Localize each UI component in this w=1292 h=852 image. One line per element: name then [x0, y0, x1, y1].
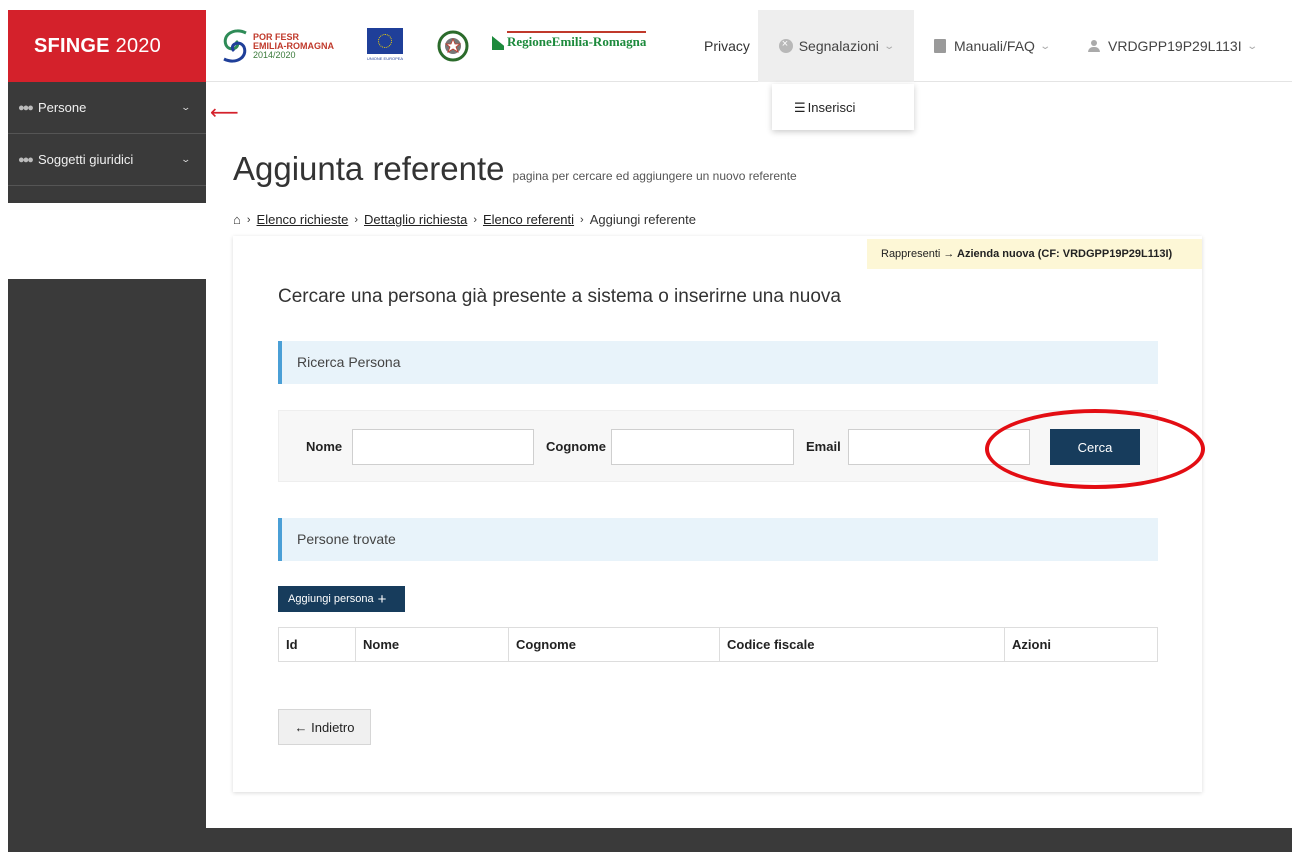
- results-section-heading: Persone trovate: [278, 518, 1158, 561]
- nav-segnalazioni-label: Segnalazioni: [798, 38, 879, 54]
- regione-emilia-romagna-logo: RegioneEmilia-Romagna: [492, 26, 647, 50]
- represent-value: Azienda nuova (CF: VRDGPP19P29L113I): [957, 248, 1173, 260]
- add-person-button[interactable]: Aggiungi persona +: [278, 586, 405, 612]
- results-table: Id Nome Cognome Codice fiscale Azioni: [278, 627, 1158, 662]
- add-person-label: Aggiungi persona: [288, 593, 374, 605]
- table-header-row: Id Nome Cognome Codice fiscale Azioni: [278, 627, 1158, 662]
- arrow-right-icon: →: [943, 248, 958, 260]
- sidebar-gap: [8, 203, 206, 279]
- nav-manuali-menu[interactable]: Manuali/FAQ ⌄: [934, 10, 1052, 82]
- brand-year: 2020: [115, 34, 161, 57]
- email-label: Email: [806, 439, 841, 454]
- list-icon: ☰: [794, 100, 806, 115]
- nome-input[interactable]: [352, 429, 534, 465]
- chevron-down-icon: ⌄: [883, 40, 895, 52]
- breadcrumb-separator-icon: ›: [354, 213, 358, 226]
- book-icon: [934, 39, 946, 53]
- sidebar: ●●● Persone ⌄ ●●● Soggetti giuridici ⌄: [8, 82, 206, 203]
- represent-badge: Rappresenti → Azienda nuova (CF: VRDGPP1…: [867, 239, 1202, 269]
- sidebar-item-label: Soggetti giuridici: [37, 152, 134, 167]
- breadcrumb-separator-icon: ›: [473, 213, 477, 226]
- search-section-heading: Ricerca Persona: [278, 341, 1158, 384]
- breadcrumb-dettaglio-richiesta[interactable]: Dettaglio richiesta: [364, 212, 467, 227]
- page-title: Aggiunta referente pagina per cercare ed…: [233, 150, 797, 188]
- cognome-label: Cognome: [546, 439, 606, 454]
- user-icon: [1088, 40, 1100, 52]
- column-header-azioni: Azioni: [1004, 627, 1158, 662]
- regione-name: RegioneEmilia-Romagna: [507, 31, 647, 50]
- partner-logos: POR FESR EMILIA-ROMAGNA 2014/2020 UNIONE…: [220, 24, 647, 68]
- dropdown-item-inserisci[interactable]: ☰ Inserisci: [794, 100, 914, 116]
- por-fesr-logo: POR FESR EMILIA-ROMAGNA 2014/2020: [220, 27, 334, 65]
- sidebar-item-soggetti-giuridici[interactable]: ●●● Soggetti giuridici ⌄: [8, 134, 206, 186]
- chevron-down-icon: ⌄: [1039, 40, 1052, 52]
- plus-icon: +: [377, 590, 387, 608]
- footer-bar: [206, 828, 1292, 852]
- page-subtitle: pagina per cercare ed aggiungere un nuov…: [512, 169, 797, 183]
- segnalazioni-dropdown: ☰ Inserisci: [772, 84, 914, 130]
- page-title-text: Aggiunta referente: [233, 150, 505, 187]
- por-fesr-mark-icon: [223, 29, 247, 63]
- nav-privacy-link[interactable]: Privacy: [704, 10, 750, 82]
- chevron-down-icon: ⌄: [1245, 40, 1258, 52]
- sidebar-item-persone[interactable]: ●●● Persone ⌄: [8, 82, 206, 134]
- home-icon[interactable]: ⌂: [233, 212, 241, 227]
- annotation-arrow-icon: ⟵: [210, 102, 239, 124]
- breadcrumb-elenco-referenti[interactable]: Elenco referenti: [483, 212, 574, 227]
- segnalazioni-icon: [778, 38, 793, 53]
- breadcrumb: ⌂ › Elenco richieste › Dettaglio richies…: [233, 212, 696, 227]
- chevron-down-icon: ⌄: [180, 154, 192, 164]
- column-header-nome: Nome: [355, 627, 509, 662]
- por-line-3: 2014/2020: [253, 49, 296, 60]
- sidebar-lower: [8, 279, 206, 852]
- regione-mark-icon: [492, 36, 504, 50]
- sidebar-item-label: Persone: [37, 100, 87, 115]
- italian-republic-emblem-icon: [437, 30, 469, 62]
- nav-user-menu[interactable]: VRDGPP19P29L113I ⌄: [1088, 10, 1258, 82]
- eu-flag-icon: [367, 28, 403, 54]
- breadcrumb-separator-icon: ›: [246, 213, 251, 226]
- breadcrumb-elenco-richieste[interactable]: Elenco richieste: [257, 212, 349, 227]
- column-header-codice-fiscale: Codice fiscale: [719, 627, 1005, 662]
- nome-label: Nome: [306, 439, 343, 454]
- chevron-down-icon: ⌄: [180, 102, 192, 112]
- cognome-input[interactable]: [611, 429, 794, 465]
- column-header-id: Id: [278, 627, 356, 662]
- dropdown-item-label: Inserisci: [807, 100, 856, 115]
- users-icon: ●●●: [18, 153, 34, 166]
- nav-manuali-label: Manuali/FAQ: [954, 38, 1035, 54]
- annotation-highlight-circle: [985, 409, 1205, 489]
- top-navbar: POR FESR EMILIA-ROMAGNA 2014/2020 UNIONE…: [206, 10, 1292, 82]
- users-icon: ●●●: [18, 101, 34, 114]
- column-header-cognome: Cognome: [508, 627, 720, 662]
- breadcrumb-current: Aggiungi referente: [589, 212, 696, 227]
- brand-logo[interactable]: SFINGE 2020: [8, 10, 206, 82]
- back-button[interactable]: ← Indietro: [278, 709, 371, 745]
- nav-user-label: VRDGPP19P29L113I: [1108, 38, 1242, 54]
- brand-name: SFINGE: [34, 34, 110, 57]
- represent-prefix: Rappresenti: [881, 248, 941, 260]
- breadcrumb-separator-icon: ›: [580, 213, 584, 226]
- eu-flag-logo: UNIONE EUROPEA: [364, 28, 406, 64]
- main-panel: Rappresenti → Azienda nuova (CF: VRDGPP1…: [233, 236, 1205, 792]
- sidebar-item-cut-off[interactable]: [8, 186, 206, 203]
- intro-text: Cercare una persona già presente a siste…: [278, 286, 841, 307]
- nav-segnalazioni-menu[interactable]: Segnalazioni ⌄: [758, 10, 914, 82]
